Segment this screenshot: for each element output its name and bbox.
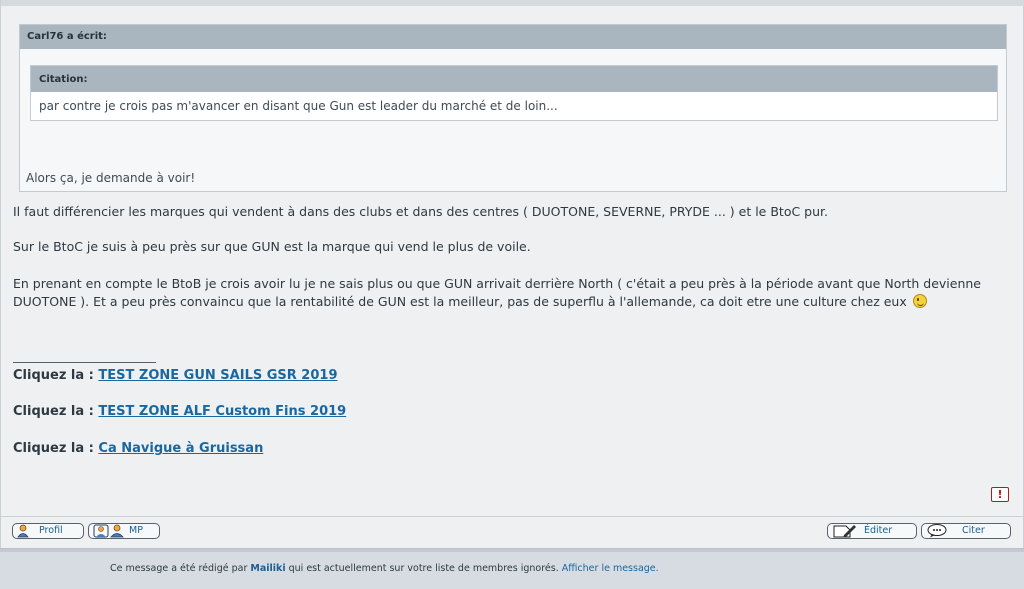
speech-bubble-icon [927,524,947,538]
signature-line: Cliquez la : Ca Navigue à Gruissan [13,441,263,456]
signature-link-alf-fins[interactable]: TEST ZONE ALF Custom Fins 2019 [98,404,346,419]
quote-button[interactable]: Citer [921,523,1011,539]
edit-button-label: Éditer [864,525,893,536]
signature-prefix: Cliquez la : [13,368,99,383]
post-paragraph: Sur le BtoC je suis à peu près sur que G… [13,239,531,254]
edit-button[interactable]: Éditer [827,523,917,539]
signature-line: Cliquez la : TEST ZONE GUN SAILS GSR 201… [13,368,338,383]
user-icon [17,524,29,538]
private-message-button[interactable]: MP [88,523,160,539]
profile-button-label: Profil [39,525,63,536]
report-post-button[interactable]: ! [991,487,1009,502]
notice-divider [0,549,1024,552]
signature-prefix: Cliquez la : [13,441,99,456]
quote-button-label: Citer [962,525,985,536]
signature-link-gun-sails[interactable]: TEST ZONE GUN SAILS GSR 2019 [98,368,337,383]
quote-author-header: Carl76 a écrit: [20,25,1006,49]
show-message-link[interactable]: Afficher le message. [562,563,659,574]
post-container: Carl76 a écrit: Citation: par contre je … [0,0,1024,548]
users-icon [93,524,124,538]
nested-quote-text: par contre je crois pas m'avancer en dis… [39,99,558,113]
top-divider [1,0,1024,6]
post-actions-bar: Profil MP Éditer Citer [1,516,1024,546]
quote-block: Carl76 a écrit: Citation: par contre je … [19,24,1007,192]
quote-reply-text: Alors ça, je demande à voir! [26,171,196,185]
signature-divider [13,362,156,363]
private-message-button-label: MP [129,525,143,536]
signature-link-gruissan[interactable]: Ca Navigue à Gruissan [98,441,263,456]
profile-button[interactable]: Profil [12,523,84,539]
post-paragraph: Il faut différencier les marques qui ven… [13,204,828,219]
signature-line: Cliquez la : TEST ZONE ALF Custom Fins 2… [13,404,346,419]
notice-prefix: Ce message a été rédigé par [110,563,251,574]
ignored-user-notice-bar: Ce message a été rédigé par Mailiki qui … [0,548,1024,589]
ignored-user-notice: Ce message a été rédigé par Mailiki qui … [110,563,659,574]
post-paragraph-text: En prenant en compte le BtoB je crois av… [13,276,981,309]
ignored-username[interactable]: Mailiki [250,563,285,574]
signature-prefix: Cliquez la : [13,404,99,419]
post-paragraph-with-smiley: En prenant en compte le BtoB je crois av… [13,275,1007,311]
edit-icon [833,525,856,538]
notice-middle: qui est actuellement sur votre liste de … [285,563,562,574]
nested-quote-block: Citation: par contre je crois pas m'avan… [30,65,998,121]
nested-quote-header: Citation: [31,66,997,92]
wink-smiley-icon [912,294,927,308]
